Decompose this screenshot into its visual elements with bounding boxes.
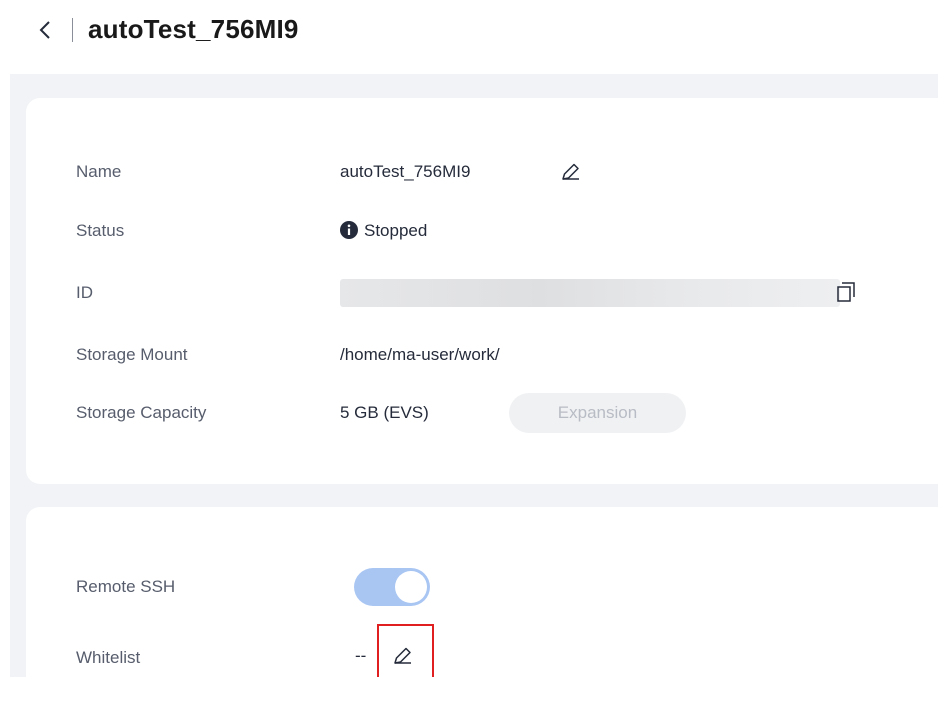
storage-capacity-label: Storage Capacity [76, 403, 207, 422]
expansion-button[interactable]: Expansion [509, 393, 686, 433]
status-value: Stopped [364, 221, 428, 240]
remote-ssh-label: Remote SSH [76, 577, 176, 596]
whitelist-value: -- [355, 646, 367, 665]
storage-mount-label: Storage Mount [76, 345, 188, 364]
status-label: Status [76, 221, 125, 240]
storage-mount-value: /home/ma-user/work/ [340, 345, 500, 364]
page-title: autoTest_756MI9 [88, 14, 299, 44]
page-header: autoTest_756MI9 [0, 0, 938, 72]
back-button[interactable] [36, 16, 56, 44]
edit-name-icon[interactable] [559, 161, 583, 183]
title-divider [72, 18, 73, 42]
name-value: autoTest_756MI9 [340, 162, 471, 181]
info-circle-icon [340, 221, 358, 239]
chevron-left-icon [39, 21, 50, 39]
remote-access-card [26, 507, 938, 707]
id-value-redacted [340, 279, 840, 307]
copy-icon[interactable] [836, 280, 858, 304]
name-label: Name [76, 162, 122, 181]
remote-ssh-toggle[interactable] [354, 568, 430, 606]
id-label: ID [76, 283, 93, 302]
toggle-knob [395, 571, 427, 603]
highlight-box [377, 624, 434, 677]
storage-capacity-value: 5 GB (EVS) [340, 403, 429, 422]
whitelist-label: Whitelist [76, 648, 141, 667]
